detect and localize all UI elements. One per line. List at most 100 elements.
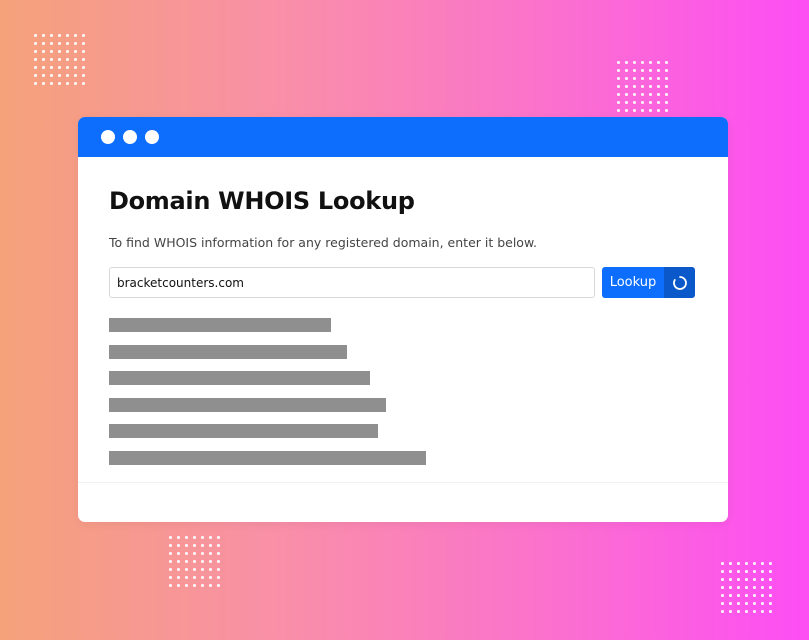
decorative-dot <box>57 41 61 45</box>
decorative-dot <box>768 569 772 573</box>
decorative-dot <box>624 76 628 80</box>
decorative-dot <box>632 68 636 72</box>
decorative-dot <box>632 100 636 104</box>
decorative-dot <box>632 84 636 88</box>
decorative-dot <box>664 108 668 112</box>
decorative-dot <box>624 92 628 96</box>
decorative-dot <box>33 73 37 77</box>
decorative-dot <box>200 551 204 555</box>
decorative-dot-grid-top-right <box>614 58 670 114</box>
decorative-dot <box>57 57 61 61</box>
decorative-dot <box>760 601 764 605</box>
decorative-dot <box>760 569 764 573</box>
decorative-dot <box>73 65 77 69</box>
decorative-dot <box>728 601 732 605</box>
decorative-dot <box>744 601 748 605</box>
decorative-dot <box>752 585 756 589</box>
decorative-dot <box>184 559 188 563</box>
decorative-dot <box>656 100 660 104</box>
decorative-dot <box>216 543 220 547</box>
decorative-dot <box>41 81 45 85</box>
decorative-dot <box>720 593 724 597</box>
decorative-dot <box>616 108 620 112</box>
decorative-dot <box>736 593 740 597</box>
decorative-dot <box>73 73 77 77</box>
decorative-dot <box>728 561 732 565</box>
decorative-dot <box>184 575 188 579</box>
decorative-dot <box>744 609 748 613</box>
decorative-dot <box>744 585 748 589</box>
decorative-dot <box>65 81 69 85</box>
footer-divider <box>78 482 728 483</box>
lookup-button-group: Lookup <box>602 267 695 298</box>
spinner-icon <box>672 275 687 290</box>
domain-search-input[interactable] <box>109 267 595 298</box>
decorative-dot <box>616 60 620 64</box>
decorative-dot <box>49 41 53 45</box>
decorative-dot <box>33 65 37 69</box>
decorative-dot <box>648 76 652 80</box>
decorative-dot <box>200 583 204 587</box>
skeleton-line <box>109 318 331 332</box>
decorative-dot <box>168 559 172 563</box>
skeleton-line <box>109 450 426 465</box>
decorative-dot <box>81 73 85 77</box>
decorative-dot <box>81 81 85 85</box>
decorative-dot <box>168 535 172 539</box>
loading-skeleton <box>109 318 698 465</box>
decorative-dot <box>664 84 668 88</box>
decorative-dot <box>176 583 180 587</box>
decorative-dot <box>640 60 644 64</box>
decorative-dot <box>184 551 188 555</box>
decorative-dot <box>33 33 37 37</box>
window-titlebar <box>78 117 728 157</box>
decorative-dot <box>624 108 628 112</box>
decorative-dot <box>728 593 732 597</box>
decorative-dot <box>624 68 628 72</box>
decorative-dot <box>184 567 188 571</box>
decorative-dot-grid-top-left <box>31 31 87 87</box>
decorative-dot <box>656 108 660 112</box>
decorative-dot <box>73 33 77 37</box>
decorative-dot <box>760 577 764 581</box>
decorative-dot <box>752 593 756 597</box>
decorative-dot <box>208 583 212 587</box>
decorative-dot <box>192 535 196 539</box>
decorative-dot <box>73 41 77 45</box>
decorative-dot <box>81 57 85 61</box>
decorative-dot <box>648 84 652 88</box>
decorative-dot <box>65 41 69 45</box>
decorative-dot <box>728 577 732 581</box>
lookup-button[interactable]: Lookup <box>602 267 664 298</box>
decorative-dot <box>752 569 756 573</box>
window-control-dot-icon[interactable] <box>101 130 115 144</box>
decorative-dot <box>720 609 724 613</box>
decorative-dot <box>744 569 748 573</box>
decorative-dot <box>41 33 45 37</box>
decorative-dot <box>208 543 212 547</box>
decorative-dot <box>41 65 45 69</box>
decorative-dot <box>65 57 69 61</box>
decorative-dot <box>208 567 212 571</box>
page-title: Domain WHOIS Lookup <box>109 187 415 215</box>
window-control-dot-icon[interactable] <box>123 130 137 144</box>
decorative-dot <box>200 543 204 547</box>
window-control-dot-icon[interactable] <box>145 130 159 144</box>
decorative-dot <box>720 569 724 573</box>
decorative-dot <box>33 81 37 85</box>
decorative-dot <box>640 100 644 104</box>
decorative-dot <box>81 33 85 37</box>
decorative-dot <box>768 601 772 605</box>
decorative-dot <box>49 65 53 69</box>
decorative-dot <box>65 33 69 37</box>
decorative-dot <box>720 577 724 581</box>
decorative-dot <box>176 551 180 555</box>
decorative-dot <box>81 65 85 69</box>
search-row: Lookup <box>109 267 698 298</box>
decorative-dot <box>49 81 53 85</box>
decorative-dot <box>33 49 37 53</box>
decorative-dot <box>736 561 740 565</box>
decorative-dot <box>632 92 636 96</box>
decorative-dot <box>736 569 740 573</box>
decorative-dot <box>768 609 772 613</box>
